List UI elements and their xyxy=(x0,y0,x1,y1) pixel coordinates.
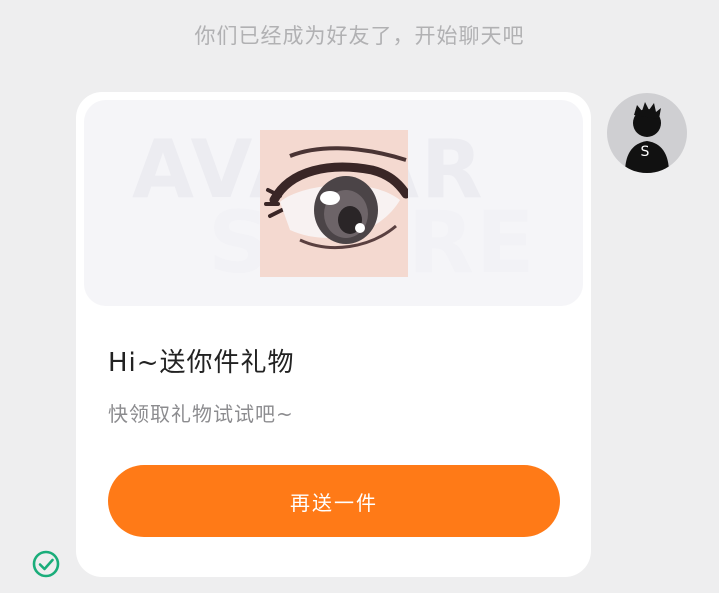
avatar-initial: S xyxy=(641,144,650,160)
gift-banner: AVATAR STORE xyxy=(84,100,583,306)
gift-title: Hi~送你件礼物 xyxy=(108,348,295,378)
send-another-button[interactable]: 再送一件 xyxy=(108,465,560,537)
gift-item-image[interactable] xyxy=(260,130,408,277)
sender-avatar[interactable]: S xyxy=(607,93,687,173)
check-circle-icon xyxy=(31,549,61,579)
anime-eye-icon xyxy=(260,130,408,277)
gift-message-card[interactable]: AVATAR STORE Hi~送你件礼物 快领取礼物试试吧~ 再送一件 xyxy=(76,92,591,577)
gift-subtitle: 快领取礼物试试吧~ xyxy=(108,402,294,426)
system-notice: 你们已经成为好友了，开始聊天吧 xyxy=(194,24,525,48)
silhouette-avatar-icon: S xyxy=(625,102,669,173)
